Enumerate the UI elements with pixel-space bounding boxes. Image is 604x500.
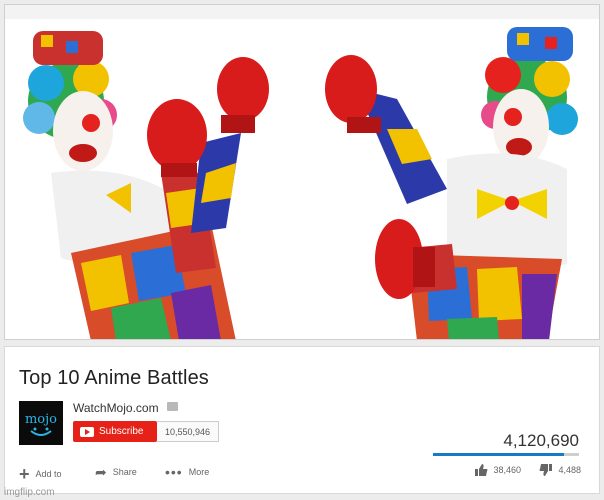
subscribe-button[interactable]: Subscribe xyxy=(73,421,157,442)
channel-logo-text: mojo xyxy=(25,412,57,427)
more-button[interactable]: ••• More xyxy=(165,465,209,479)
imgflip-watermark: imgflip.com xyxy=(4,487,55,498)
more-dots-icon: ••• xyxy=(165,464,183,480)
share-icon: ➦ xyxy=(95,464,107,480)
video-player[interactable] xyxy=(4,4,600,340)
youtube-play-icon xyxy=(80,426,94,437)
clown-left-image xyxy=(11,23,271,339)
channel-name-link[interactable]: WatchMojo.com xyxy=(73,401,159,415)
like-ratio-bar xyxy=(433,453,579,456)
like-ratio-fill xyxy=(433,453,565,456)
subscriber-count: 10,550,946 xyxy=(157,421,219,442)
subscribe-label: Subscribe xyxy=(99,426,144,437)
like-count: 38,460 xyxy=(493,465,521,475)
video-title: Top 10 Anime Battles xyxy=(19,367,209,389)
clown-right-image xyxy=(317,19,587,339)
video-top-strip xyxy=(5,5,599,19)
dislike-button[interactable]: 4,488 xyxy=(539,463,581,477)
thumbs-down-icon xyxy=(539,464,553,476)
dislike-count: 4,488 xyxy=(558,465,581,475)
thumbs-up-icon xyxy=(475,464,488,476)
add-to-label: Add to xyxy=(35,469,62,479)
more-label: More xyxy=(188,467,210,477)
add-to-button[interactable]: + Add to xyxy=(19,465,62,483)
plus-icon: + xyxy=(19,464,30,484)
channel-logo[interactable]: mojo xyxy=(19,401,63,445)
video-info-panel: Top 10 Anime Battles mojo WatchMojo.com … xyxy=(4,346,600,494)
meme-frame: Top 10 Anime Battles mojo WatchMojo.com … xyxy=(0,0,604,500)
verified-icon xyxy=(167,402,178,411)
view-count: 4,120,690 xyxy=(503,431,579,450)
share-label: Share xyxy=(112,467,137,477)
like-button[interactable]: 38,460 xyxy=(474,463,521,477)
share-button[interactable]: ➦ Share xyxy=(95,465,137,479)
